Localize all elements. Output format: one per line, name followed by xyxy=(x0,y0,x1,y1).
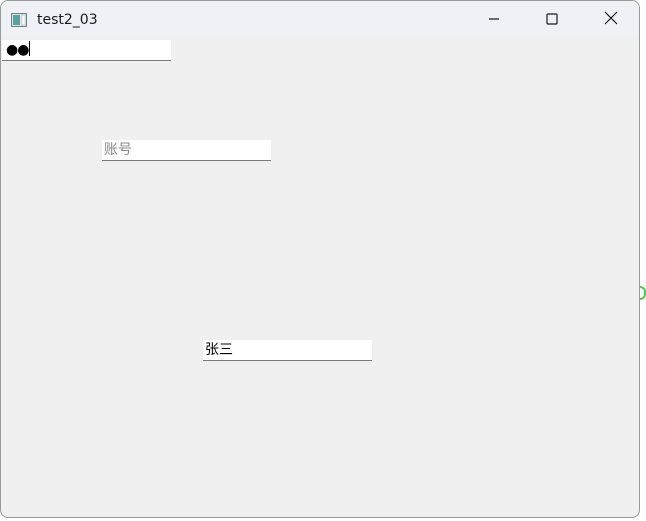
minimize-button[interactable] xyxy=(471,1,517,38)
app-window: test2_03 ●● 账号 张三 xyxy=(0,0,640,518)
name-field[interactable]: 张三 xyxy=(203,340,372,361)
app-window-icon xyxy=(11,12,27,27)
close-button[interactable] xyxy=(588,1,634,38)
close-icon xyxy=(604,10,618,29)
maximize-button[interactable] xyxy=(529,1,575,38)
edge-highlight xyxy=(640,286,646,300)
password-field[interactable]: ●● xyxy=(2,40,171,61)
title-bar[interactable]: test2_03 xyxy=(1,1,639,38)
text-caret xyxy=(29,41,31,56)
password-masked-text: ●● xyxy=(6,42,29,58)
minimize-icon xyxy=(488,10,500,29)
window-title: test2_03 xyxy=(37,12,98,28)
name-value: 张三 xyxy=(205,342,233,358)
maximize-icon xyxy=(546,10,558,29)
account-placeholder: 账号 xyxy=(104,142,132,158)
account-field[interactable]: 账号 xyxy=(102,140,271,161)
